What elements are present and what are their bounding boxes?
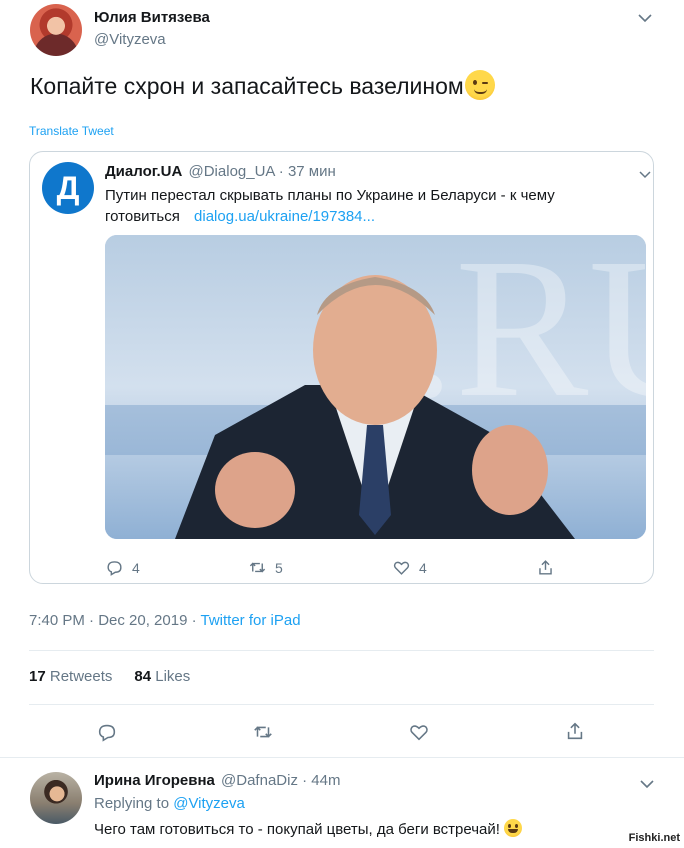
reply-avatar[interactable]	[30, 772, 82, 824]
likes-label: Likes	[155, 668, 191, 685]
quote-dot: ·	[278, 163, 284, 180]
author-name[interactable]: Юлия Витязева	[94, 9, 210, 26]
reply-icon	[98, 724, 116, 742]
quote-share-button[interactable]	[536, 558, 555, 577]
quote-text-line2: готовиться dialog.ua/ukraine/197384...	[105, 206, 555, 227]
retweet-button[interactable]	[252, 721, 274, 748]
chevron-down-icon	[639, 171, 651, 179]
quote-author-name[interactable]: Диалог.UA	[105, 163, 182, 180]
chevron-down-icon	[638, 14, 652, 23]
replying-to-user[interactable]: @Vityzeva	[173, 795, 245, 812]
reply-author-handle[interactable]: @DafnaDiz	[221, 772, 298, 789]
quote-reply-count: 4	[132, 559, 140, 576]
tweet-text: Копайте схрон и запасайтесь вазелином	[30, 70, 495, 100]
tweet-time[interactable]: 7:40 PM · Dec 20, 2019	[29, 612, 187, 629]
grinning-face-emoji	[504, 819, 523, 837]
retweets-stat[interactable]: 17 Retweets	[29, 668, 112, 685]
reply-icon	[107, 561, 122, 576]
likes-count: 84	[134, 668, 152, 685]
watermark: Fishki.net	[628, 832, 680, 844]
like-button[interactable]	[408, 721, 430, 748]
reply-header: Ирина Игоревна @DafnaDiz · 44m	[94, 772, 340, 789]
quote-reply-button[interactable]: 4	[105, 558, 140, 577]
reply-author-name[interactable]: Ирина Игоревна	[94, 772, 215, 789]
translate-tweet-link[interactable]: Translate Tweet	[29, 124, 114, 138]
replying-to: Replying to @Vityzeva	[94, 795, 245, 812]
author-handle[interactable]: @Vityzeva	[94, 31, 166, 48]
quote-photo[interactable]: .RU	[105, 235, 646, 539]
quote-header: Диалог.UA @Dialog_UA · 37 мин	[105, 163, 336, 180]
quote-menu-button[interactable]	[639, 166, 651, 184]
quote-like-count: 4	[419, 559, 427, 576]
quote-text-line2-text: готовиться	[105, 208, 180, 225]
retweet-icon	[249, 562, 266, 573]
reply-menu-button[interactable]	[640, 776, 654, 794]
tweet-timestamp: 7:40 PM · Dec 20, 2019 · Twitter for iPa…	[29, 612, 301, 629]
tweet-menu-button[interactable]	[638, 10, 652, 28]
quote-link[interactable]: dialog.ua/ukraine/197384...	[194, 208, 375, 225]
divider	[29, 650, 654, 651]
chevron-down-icon	[640, 780, 654, 789]
heart-icon	[410, 725, 428, 741]
quote-author-handle[interactable]: @Dialog_UA	[189, 163, 275, 180]
divider	[29, 704, 654, 705]
quote-like-button[interactable]: 4	[392, 558, 427, 577]
quote-avatar[interactable]: Д	[42, 162, 94, 214]
replying-to-label: Replying to	[94, 795, 170, 812]
winking-face-emoji	[464, 70, 495, 100]
quote-retweet-count: 5	[275, 559, 283, 576]
timestamp-separator: ·	[187, 612, 201, 629]
tweet-source[interactable]: Twitter for iPad	[201, 612, 301, 629]
reply-dot: ·	[302, 772, 308, 789]
divider	[0, 757, 684, 758]
author-name-link[interactable]: Юлия Витязева	[94, 9, 210, 27]
heart-icon	[393, 561, 410, 575]
reply-time[interactable]: 44m	[311, 772, 340, 789]
reply-text-content: Чего там готовиться то - покупай цветы, …	[94, 821, 500, 838]
share-icon	[567, 722, 583, 740]
press-conference-photo: .RU	[105, 235, 646, 539]
reply-button[interactable]	[96, 721, 118, 748]
share-icon	[539, 560, 552, 575]
likes-stat[interactable]: 84 Likes	[134, 668, 190, 685]
tweet-text-content: Копайте схрон и запасайтесь вазелином	[30, 73, 464, 99]
quote-retweet-button[interactable]: 5	[248, 558, 283, 577]
quote-time[interactable]: 37 мин	[288, 163, 336, 180]
share-button[interactable]	[564, 720, 586, 747]
retweets-label: Retweets	[49, 668, 113, 685]
avatar[interactable]	[30, 4, 82, 56]
quote-text-line1: Путин перестал скрывать планы по Украине…	[105, 187, 555, 204]
reply-text: Чего там готовиться то - покупай цветы, …	[94, 819, 523, 838]
retweet-icon	[254, 726, 272, 738]
retweets-count: 17	[29, 668, 46, 685]
quoted-tweet-card[interactable]: Д Диалог.UA @Dialog_UA · 37 мин Путин пе…	[29, 151, 654, 584]
quote-text: Путин перестал скрывать планы по Украине…	[105, 185, 555, 227]
tweet-stats: 17 Retweets 84 Likes	[29, 668, 190, 685]
